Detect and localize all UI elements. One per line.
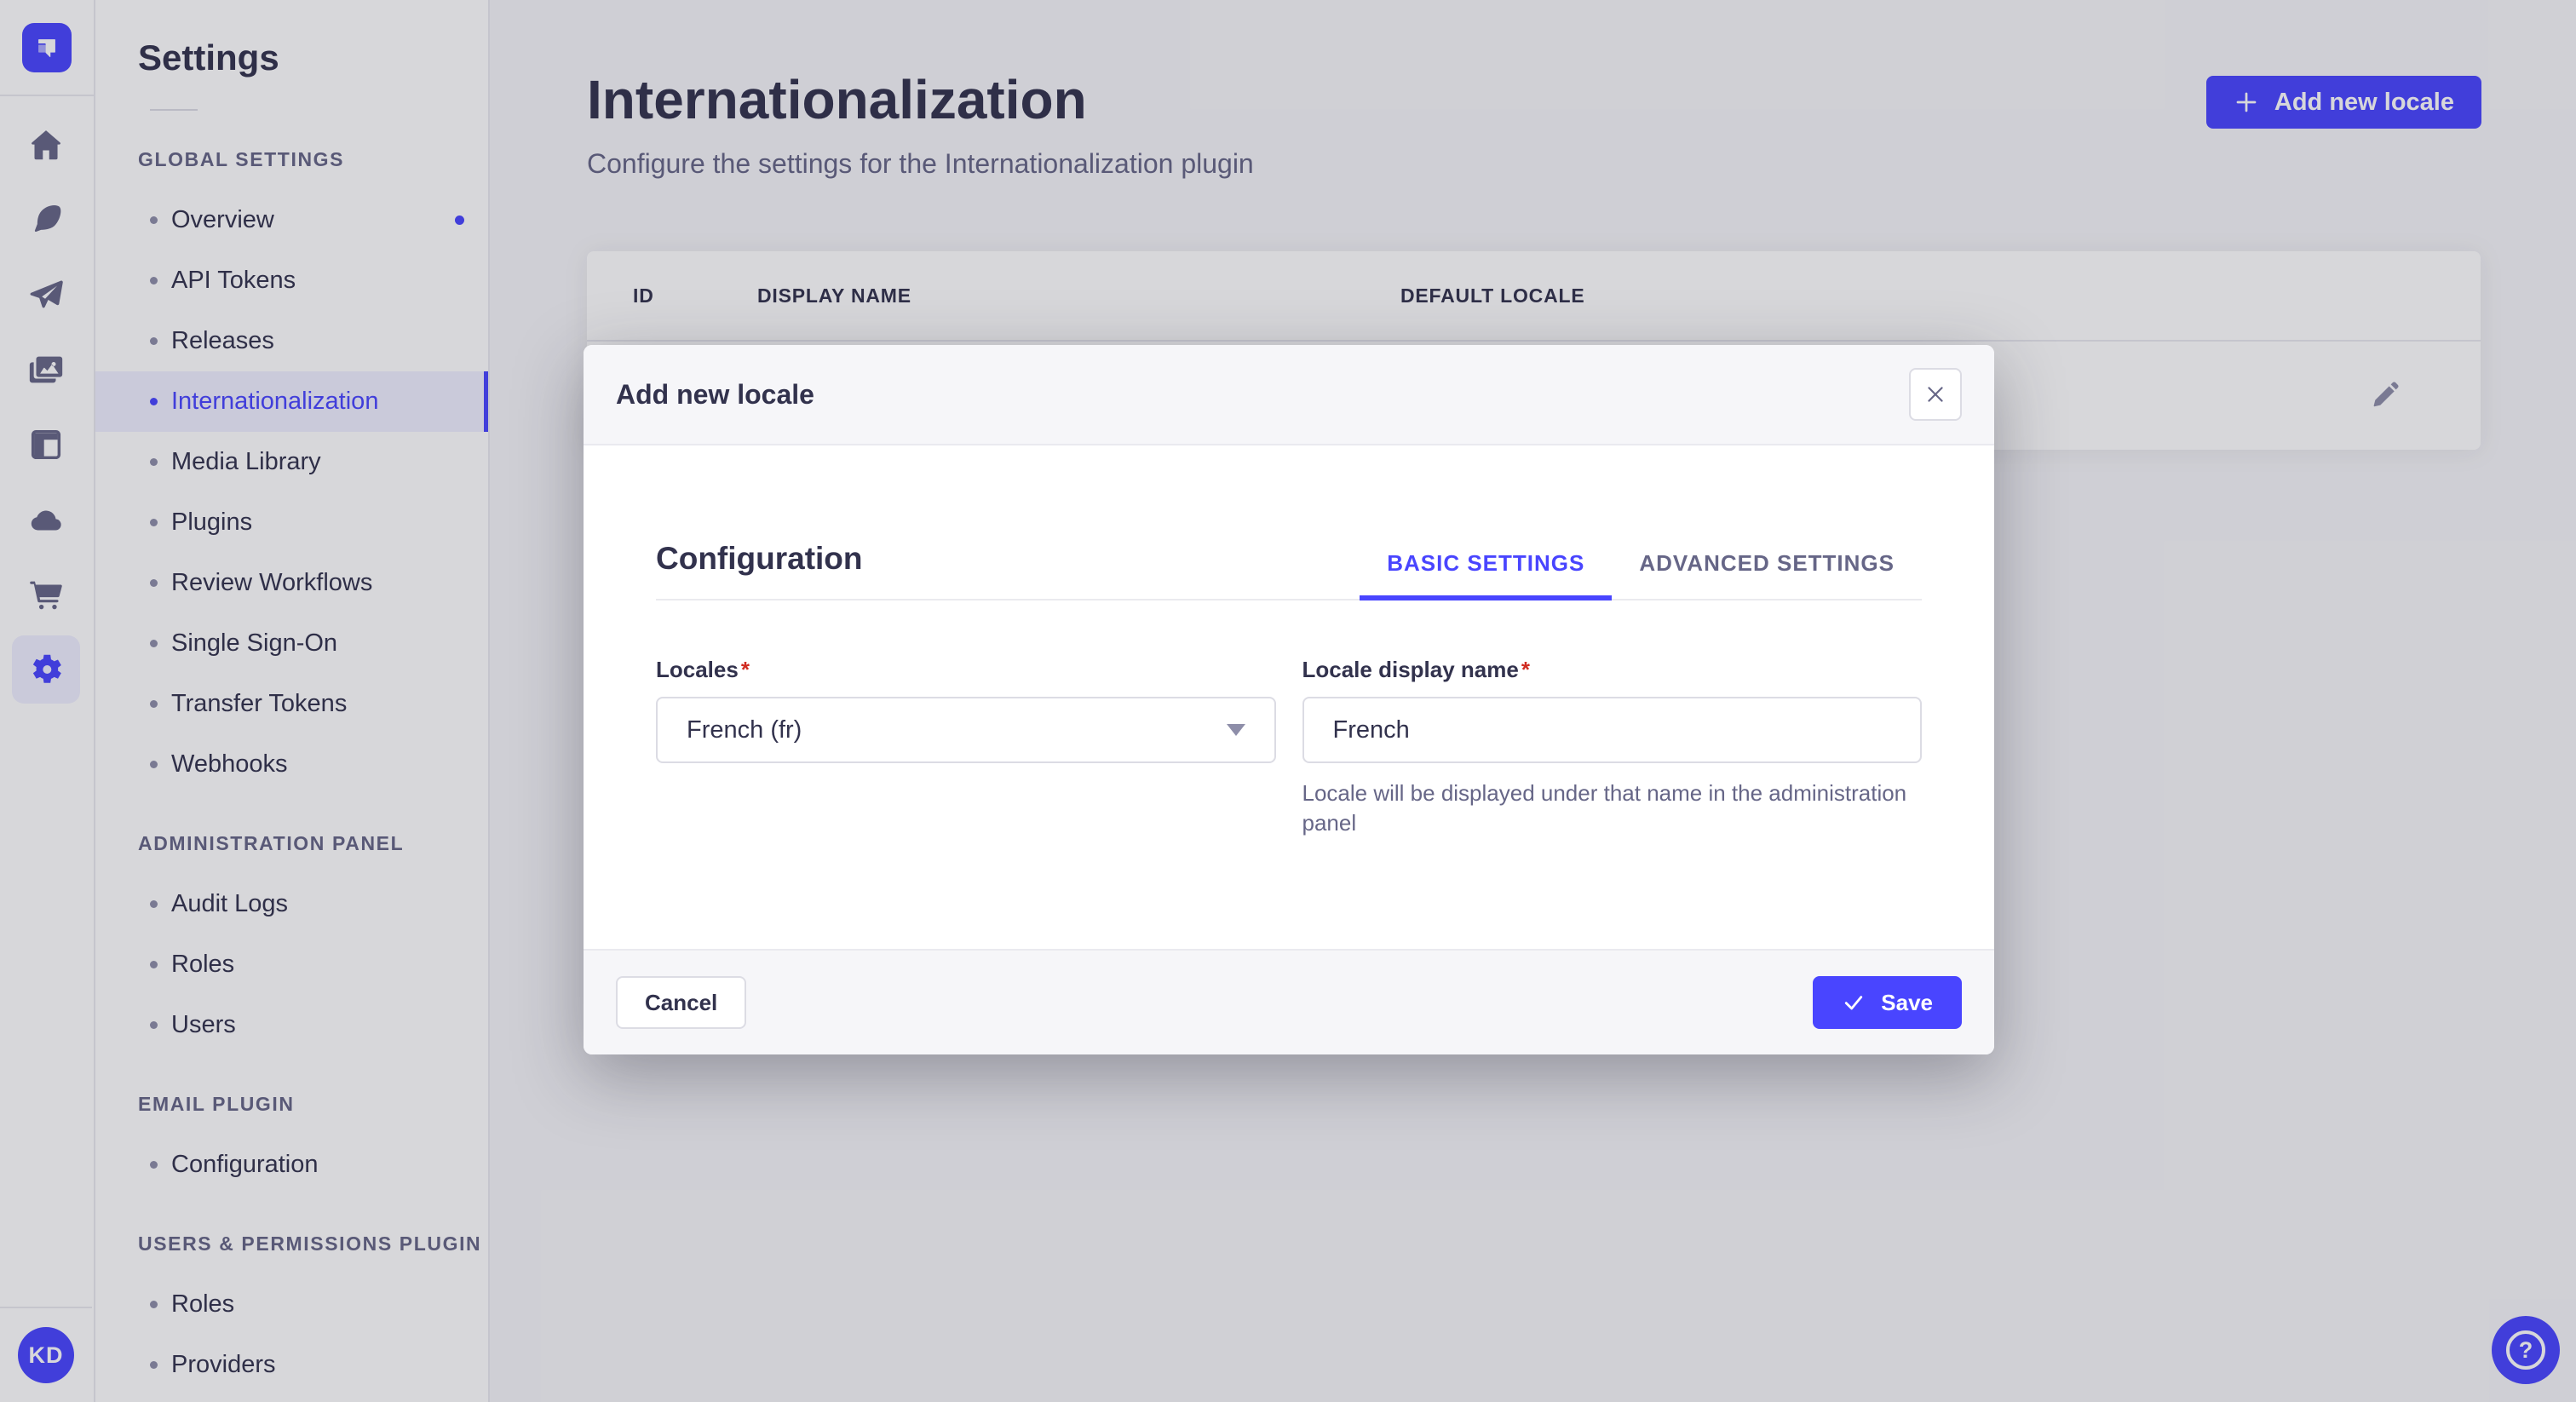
close-button[interactable]: [1909, 368, 1962, 421]
tab-advanced-settings[interactable]: ADVANCED SETTINGS: [1612, 550, 1922, 599]
check-icon: [1845, 996, 1863, 1010]
cancel-button[interactable]: Cancel: [616, 976, 747, 1029]
display-name-input[interactable]: [1332, 715, 1891, 744]
tab-list: BASIC SETTINGS ADVANCED SETTINGS: [1360, 550, 1922, 600]
modal-body: Configuration BASIC SETTINGS ADVANCED SE…: [584, 445, 1994, 949]
display-name-field: Locale display name* Locale will be disp…: [1302, 657, 1922, 837]
required-asterisk: *: [740, 657, 750, 682]
locales-select-value: French (fr): [687, 715, 802, 744]
tab-basic-settings[interactable]: BASIC SETTINGS: [1360, 550, 1613, 600]
required-asterisk: *: [1521, 657, 1530, 682]
modal-footer: Cancel Save: [584, 949, 1994, 1054]
chevron-down-icon: [1226, 724, 1245, 736]
configuration-title: Configuration: [656, 541, 863, 576]
add-locale-modal: Add new locale Configuration BASIC SETTI…: [584, 345, 1994, 1054]
locales-select[interactable]: French (fr): [656, 697, 1276, 763]
display-name-help: Locale will be displayed under that name…: [1302, 780, 1907, 836]
locales-label: Locales *: [656, 657, 750, 682]
form-row: Locales * French (fr) Locale display name…: [656, 657, 1922, 837]
configuration-header: Configuration BASIC SETTINGS ADVANCED SE…: [656, 445, 1922, 600]
modal-title: Add new locale: [616, 378, 814, 410]
modal-header: Add new locale: [584, 345, 1994, 445]
display-name-label: Locale display name *: [1302, 657, 1530, 682]
locales-field: Locales * French (fr): [656, 657, 1276, 837]
display-name-input-wrap: [1302, 697, 1922, 763]
close-icon: [1928, 387, 1943, 402]
save-button[interactable]: Save: [1813, 976, 1962, 1029]
